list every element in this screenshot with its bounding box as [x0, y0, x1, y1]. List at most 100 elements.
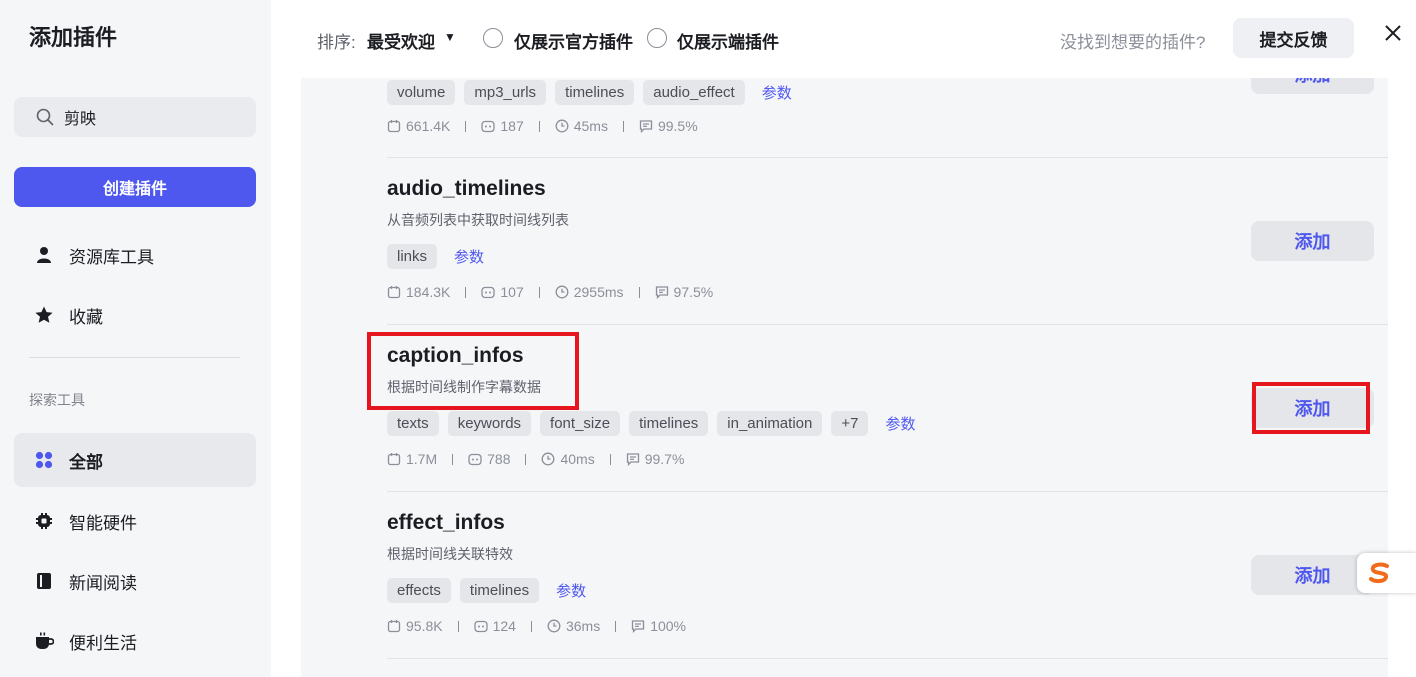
plugin-title[interactable]: audio_timelines [387, 177, 546, 201]
bots-stat: 187 [481, 118, 524, 134]
submit-feedback-button[interactable]: 提交反馈 [1233, 18, 1354, 58]
params-link[interactable]: 参数 [885, 413, 915, 434]
search-value: 剪映 [64, 111, 97, 128]
category-convenient-life[interactable]: 便利生活 [14, 614, 256, 668]
usage-stat: 95.8K [387, 618, 443, 634]
close-icon[interactable] [1382, 22, 1404, 44]
params-link[interactable]: 参数 [762, 82, 792, 103]
more-tags-badge[interactable]: +7 [831, 411, 869, 436]
bots-stat: 107 [481, 284, 524, 300]
usage-stat: 1.7M [387, 451, 437, 467]
client-only-radio[interactable] [647, 28, 667, 48]
success-stat: 99.5% [639, 118, 698, 134]
param-tags: volume mp3_urls timelines audio_effect 参… [387, 80, 792, 105]
nav-item-label: 收藏 [69, 307, 103, 327]
add-plugin-button[interactable]: 添加 [1251, 78, 1374, 94]
plugin-description: 从音频列表中获取时间线列表 [387, 212, 569, 228]
star-icon [34, 305, 54, 325]
create-plugin-button[interactable]: 创建插件 [14, 167, 256, 207]
input-method-widget[interactable] [1357, 553, 1416, 593]
bot-icon [481, 286, 496, 299]
divider [387, 658, 1388, 659]
chip-icon [34, 511, 54, 531]
param-tag: mp3_urls [464, 80, 547, 105]
bot-icon [468, 453, 482, 466]
user-icon [34, 245, 54, 265]
dialog-title: 添加插件 [29, 25, 118, 50]
search-icon [36, 108, 54, 126]
param-tag: timelines [629, 411, 709, 436]
latency-stat: 45ms [555, 118, 608, 134]
client-only-label[interactable]: 仅展示端插件 [677, 28, 779, 53]
category-smart-hardware[interactable]: 智能硬件 [14, 494, 256, 548]
clock-icon [555, 119, 569, 133]
caret-down-icon[interactable]: ▼ [444, 30, 456, 44]
section-label: 探索工具 [29, 392, 85, 408]
book-icon [34, 571, 54, 591]
bots-stat: 124 [473, 618, 516, 634]
plugin-stats: 184.3K 107 2955ms 97.5% [387, 284, 713, 300]
plugin-stats: 661.4K 187 45ms 99.5% [387, 118, 698, 134]
latency-stat: 2955ms [555, 284, 624, 300]
clock-icon [542, 452, 555, 466]
param-tag: timelines [555, 80, 635, 105]
add-plugin-button[interactable]: 添加 [1251, 555, 1374, 595]
category-label: 新闻阅读 [69, 573, 137, 593]
param-tag: links [387, 244, 438, 269]
param-tag: timelines [459, 578, 540, 603]
search-input[interactable]: 剪映 [14, 97, 256, 137]
divider [387, 491, 1388, 492]
category-news-reading[interactable]: 新闻阅读 [14, 554, 256, 608]
plugin-stats: 95.8K 124 36ms 100% [387, 618, 686, 634]
success-stat: 100% [631, 618, 686, 634]
success-stat: 99.7% [626, 451, 684, 467]
not-found-hint: 没找到想要的插件? [1060, 33, 1206, 52]
category-label: 全部 [69, 452, 103, 472]
usage-icon [387, 620, 401, 633]
header: 排序: 最受欢迎 ▼ 仅展示官方插件 仅展示端插件 没找到想要的插件? 提交反馈 [271, 0, 1416, 78]
category-label: 智能硬件 [69, 513, 137, 533]
usage-stat: 661.4K [387, 118, 450, 134]
category-all[interactable]: 全部 [14, 433, 256, 487]
usage-icon [387, 453, 401, 466]
message-icon [626, 453, 639, 466]
param-tag: volume [387, 80, 456, 105]
clock-icon [547, 619, 561, 633]
param-tag: texts [387, 411, 439, 436]
param-tag: font_size [540, 411, 621, 436]
add-plugin-button[interactable]: 添加 [1251, 221, 1374, 261]
add-button-highlight-box [1252, 382, 1370, 434]
plugin-title[interactable]: effect_infos [387, 511, 505, 535]
sidebar: 添加插件 剪映 创建插件 资源库工具 收藏 探索工具 全部 智能硬件 新闻阅读 … [0, 0, 271, 677]
divider [387, 324, 1388, 325]
official-only-label[interactable]: 仅展示官方插件 [514, 28, 633, 53]
bots-stat: 788 [468, 451, 510, 467]
bot-icon [481, 120, 496, 133]
param-tag: audio_effect [643, 80, 745, 105]
nav-item-label: 资源库工具 [69, 247, 154, 267]
nav-item-resource-tools[interactable]: 资源库工具 [14, 228, 256, 282]
category-label: 便利生活 [69, 633, 137, 653]
official-only-radio[interactable] [483, 28, 503, 48]
param-tags: texts keywords font_size timelines in_an… [387, 411, 915, 436]
sogou-logo-icon [1369, 562, 1389, 584]
latency-stat: 36ms [547, 618, 600, 634]
bot-icon [473, 620, 488, 633]
param-tag: in_animation [717, 411, 823, 436]
params-link[interactable]: 参数 [454, 246, 484, 267]
message-icon [639, 120, 653, 133]
cup-icon [34, 631, 54, 651]
param-tag: effects [387, 578, 451, 603]
divider [29, 357, 240, 358]
plugin-description: 根据时间线关联特效 [387, 546, 513, 562]
param-tags: links 参数 [387, 244, 484, 269]
sort-label: 排序: [317, 33, 356, 52]
usage-icon [387, 286, 401, 299]
plugin-stats: 1.7M 788 40ms 99.7% [387, 451, 684, 467]
sort-dropdown[interactable]: 最受欢迎 [367, 28, 435, 53]
message-icon [655, 286, 668, 299]
grid-icon [34, 450, 54, 470]
nav-item-favorites[interactable]: 收藏 [14, 288, 256, 342]
params-link[interactable]: 参数 [556, 580, 586, 601]
clock-icon [555, 285, 569, 299]
